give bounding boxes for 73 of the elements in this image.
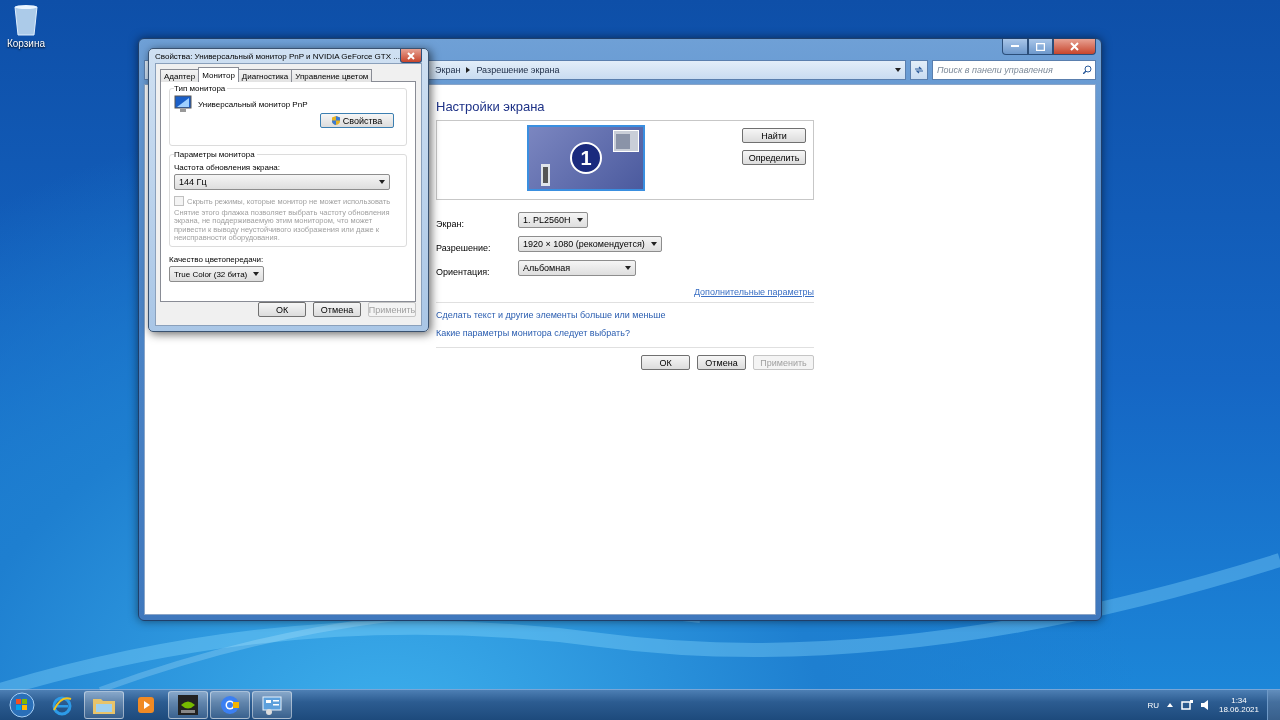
tab[interactable]: Монитор [198, 67, 239, 82]
color-depth-dropdown[interactable]: True Color (32 бита) [169, 266, 265, 282]
maximize-icon [1036, 42, 1045, 51]
help-link[interactable]: Какие параметры монитора следует выбрать? [436, 328, 814, 338]
language-indicator[interactable]: RU [1147, 700, 1159, 710]
help-link[interactable]: Сделать текст и другие элементы больше или меньше [436, 310, 814, 320]
close-icon [1070, 42, 1079, 51]
caret-icon [576, 218, 583, 222]
eye-logo-icon[interactable] [177, 694, 199, 716]
window-thumbnail-icon [541, 164, 550, 186]
chevron-up-icon[interactable] [1166, 703, 1173, 707]
monitor-preview[interactable]: 1 [527, 125, 645, 191]
dialog-title: Свойства: Универсальный монитор PnP и NVIDIA GeForce GTX ... [155, 51, 400, 61]
taskbar-button[interactable] [252, 691, 292, 719]
play-icon[interactable] [137, 696, 155, 714]
taskbar-button[interactable] [210, 691, 250, 719]
minimize-button[interactable] [1002, 39, 1028, 55]
caret-icon [895, 68, 901, 72]
chevron-right-icon [466, 67, 471, 73]
display-number-badge: 1 [570, 142, 602, 174]
monitor-name: Универсальный монитор PnP [198, 99, 308, 109]
advanced-settings-link[interactable]: Дополнительные параметры [693, 287, 814, 297]
clock[interactable]: 1:34 18.06.2021 [1218, 696, 1259, 714]
dropdown[interactable]: Альбомная [518, 260, 636, 276]
cancel-button[interactable]: Отмена [697, 355, 746, 370]
caret-icon [650, 242, 657, 246]
properties-button[interactable]: Свойства [320, 113, 394, 128]
tab[interactable]: Диагностика [237, 69, 293, 82]
dropdown[interactable]: 1920 × 1080 (рекомендуется) [518, 236, 662, 252]
maximize-button[interactable] [1028, 39, 1053, 55]
shield-icon [331, 116, 340, 125]
taskbar-button[interactable] [168, 691, 208, 719]
control-panel-icon[interactable] [261, 694, 283, 716]
search-field[interactable]: Поиск в панели управления [932, 60, 1096, 80]
ok-button[interactable]: ОК [641, 355, 690, 370]
refresh-rate-dropdown[interactable]: 144 Гц [174, 174, 390, 190]
monitor-icon [174, 95, 192, 113]
browser-icon[interactable] [51, 694, 73, 716]
field-label: Экран: [436, 219, 465, 229]
tab[interactable]: Управление цветом [291, 69, 373, 82]
caret-icon [625, 266, 631, 270]
dropdown[interactable]: 1. PL2560H [518, 212, 588, 228]
field-label: Ориентация: [436, 267, 491, 277]
field-label: Качество цветопередачи: [169, 255, 265, 264]
refresh-button[interactable] [910, 60, 928, 80]
search-icon [1083, 65, 1092, 74]
speaker-icon[interactable] [1200, 700, 1211, 710]
window-thumbnail-icon [613, 130, 639, 152]
group-title: Параметры монитора [174, 150, 257, 159]
close-button[interactable] [399, 49, 422, 63]
breadcrumb-item[interactable]: Разрешение экрана [476, 65, 560, 75]
network-icon[interactable] [1180, 699, 1193, 711]
group-title: Тип монитора [174, 84, 228, 93]
browser-icon[interactable] [219, 694, 241, 716]
detect-button[interactable]: Найти [742, 128, 806, 143]
caret-icon [253, 272, 260, 276]
close-icon [406, 51, 415, 60]
taskbar-button[interactable] [84, 691, 124, 719]
windows-logo-icon [9, 692, 35, 718]
field-label: Разрешение: [436, 243, 492, 253]
identify-button[interactable]: Определить [742, 150, 806, 165]
trash-bin-icon[interactable] [13, 4, 39, 36]
cancel-button[interactable]: Отмена [313, 302, 361, 317]
refresh-icon [914, 65, 924, 75]
field-label: Частота обновления экрана: [174, 163, 281, 172]
close-button[interactable] [1053, 39, 1096, 55]
caret-icon [379, 180, 385, 184]
minimize-icon [1011, 45, 1019, 48]
desktop-icon-label[interactable]: Корзина [6, 38, 46, 49]
tab[interactable]: Адаптер [160, 69, 200, 82]
breadcrumb-item[interactable]: Экран [435, 65, 461, 75]
ok-button[interactable]: ОК [258, 302, 306, 317]
page-heading: Настройки экрана [436, 99, 546, 114]
